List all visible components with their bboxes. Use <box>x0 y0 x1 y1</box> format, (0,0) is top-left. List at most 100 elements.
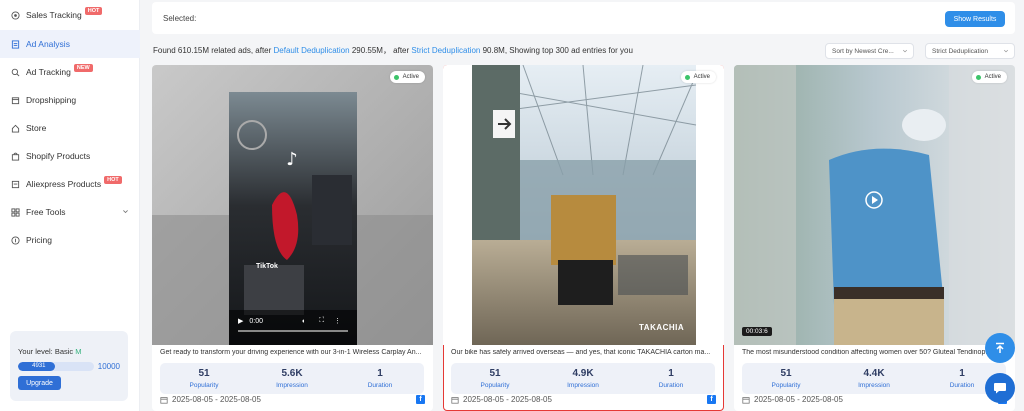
calendar-icon <box>451 396 459 404</box>
box-icon <box>11 96 20 105</box>
ad-card[interactable]: ♪ TikTok ▶ 0:00 ◖ ⛶ ⋮ Active Get ready t… <box>152 65 433 411</box>
ad-date-range: 2025-08-05 - 2025-08-05 <box>451 395 552 404</box>
ad-card[interactable]: 00:03:6 Active The most misunderstood co… <box>734 65 1015 411</box>
calendar-icon <box>160 396 168 404</box>
sidebar-item-ad-analysis[interactable]: Ad Analysis <box>0 30 140 58</box>
summary-text: Found 610.15M related ads, after <box>153 46 272 55</box>
strict-dedup-link[interactable]: Strict Deduplication <box>411 46 480 55</box>
stat-duration: 1 Duration <box>658 368 684 389</box>
ad-video-thumbnail <box>734 65 1015 345</box>
ad-media[interactable]: TAKACHIA <box>443 65 724 345</box>
ad-image <box>443 65 724 345</box>
dedup-select[interactable]: Strict Deduplication <box>925 43 1015 59</box>
sidebar-item-label: Aliexpress Products <box>26 179 102 189</box>
chevron-down-icon <box>902 49 908 53</box>
ad-stats: 51 Popularity 5.6K Impression 1 Duration <box>160 363 424 394</box>
selected-bar: Selected: Show Results <box>152 2 1015 34</box>
facebook-icon[interactable]: f <box>707 395 716 404</box>
cart-icon <box>11 180 20 189</box>
dedup-select-value: Strict Deduplication <box>932 47 988 55</box>
sidebar-item-shopify-products[interactable]: Shopify Products <box>0 142 140 170</box>
active-dot <box>684 74 690 80</box>
status-badge: Active <box>680 71 716 83</box>
active-dot <box>393 74 399 80</box>
stat-duration: 1 Duration <box>367 368 393 389</box>
active-dot <box>975 74 981 80</box>
sidebar-item-label: Ad Tracking <box>26 67 71 77</box>
video-controls[interactable]: ▶ 0:00 ◖ ⛶ ⋮ <box>238 317 341 325</box>
ad-description: The most misunderstood condition affecti… <box>742 349 992 356</box>
sort-select[interactable]: Sort by Newest Cre... <box>825 43 914 59</box>
grid-icon <box>11 207 20 217</box>
sort-select-value: Sort by Newest Cre... <box>832 47 894 55</box>
ad-media[interactable]: ♪ TikTok ▶ 0:00 ◖ ⛶ ⋮ <box>152 65 433 345</box>
results-summary: Found 610.15M related ads, after Default… <box>153 45 633 56</box>
sidebar-item-ad-tracking[interactable]: Ad Tracking NEW <box>0 58 140 86</box>
video-length: 00:03:6 <box>742 327 772 336</box>
facebook-icon[interactable]: f <box>416 395 425 404</box>
stat-impression: 4.4K Impression <box>858 368 890 389</box>
fullscreen-icon[interactable]: ⛶ <box>319 317 324 325</box>
play-icon[interactable]: ▶ <box>238 317 243 325</box>
summary-text: 90.8M, Showing top 300 ad entries for yo… <box>482 46 633 55</box>
ad-description: Our bike has safely arrived overseas — a… <box>451 349 711 356</box>
chat-icon <box>994 383 1006 394</box>
bag-icon <box>11 152 20 161</box>
coin-icon <box>11 235 20 245</box>
show-results-button[interactable]: Show Results <box>945 11 1005 27</box>
ad-date-range: 2025-08-05 - 2025-08-05 <box>742 395 843 404</box>
chevron-down-icon <box>1003 49 1009 53</box>
sidebar-item-label: Shopify Products <box>26 151 91 161</box>
sidebar-item-store[interactable]: Store <box>0 114 140 142</box>
chevron-down-icon <box>123 210 128 214</box>
ad-stats: 51 Popularity 4.4K Impression 1 Duration <box>742 363 1006 394</box>
sidebar-item-label: Free Tools <box>26 207 66 217</box>
level-progress-bar: 4931 <box>18 362 94 371</box>
upgrade-button[interactable]: Upgrade <box>18 376 61 390</box>
sidebar-item-pricing[interactable]: Pricing <box>0 226 140 254</box>
video-time: 0:00 <box>249 317 264 325</box>
ad-date-range: 2025-08-05 - 2025-08-05 <box>160 395 261 404</box>
sidebar-item-sales-tracking[interactable]: Sales Tracking HOT <box>0 1 140 29</box>
video-progress-bar[interactable] <box>238 330 348 332</box>
level-label: Your level: Basic M <box>18 347 82 356</box>
stat-popularity: 51 Popularity <box>189 368 219 389</box>
ad-card[interactable]: TAKACHIA Active Our bike has safely arri… <box>443 65 724 411</box>
brand-watermark: TAKACHIA <box>639 323 685 332</box>
level-max: 10000 <box>97 362 120 371</box>
sidebar-item-label: Store <box>26 123 47 133</box>
tiktok-watermark: TikTok <box>256 263 278 270</box>
arrow-up-icon <box>996 342 1004 353</box>
ad-video-thumbnail: ♪ <box>152 65 433 345</box>
more-icon[interactable]: ⋮ <box>334 317 341 325</box>
stat-impression: 5.6K Impression <box>276 368 308 389</box>
sidebar-item-label: Pricing <box>26 235 52 245</box>
status-badge: Active <box>389 71 425 83</box>
sidebar-item-free-tools[interactable]: Free Tools <box>0 198 140 226</box>
home-icon <box>11 124 20 133</box>
default-dedup-link[interactable]: Default Deduplication <box>274 46 350 55</box>
summary-text: 290.55M， after <box>351 46 410 55</box>
volume-icon[interactable]: ◖ <box>301 318 305 325</box>
sidebar-item-label: Sales Tracking <box>26 10 82 20</box>
sidebar-item-label: Dropshipping <box>26 95 77 105</box>
level-current: 4931 <box>32 363 46 369</box>
scroll-to-top-button[interactable] <box>985 333 1015 363</box>
stat-popularity: 51 Popularity <box>480 368 510 389</box>
stat-popularity: 51 Popularity <box>771 368 801 389</box>
stat-impression: 4.9K Impression <box>567 368 599 389</box>
calendar-icon <box>742 396 750 404</box>
sidebar-item-label: Ad Analysis <box>26 39 70 49</box>
tiktok-logo-icon: ♪ <box>286 149 298 170</box>
ad-media[interactable]: 00:03:6 <box>734 65 1015 345</box>
selected-label: Selected: <box>163 14 197 23</box>
sidebar-item-dropshipping[interactable]: Dropshipping <box>0 86 140 114</box>
sidebar-item-aliexpress-products[interactable]: Aliexpress Products HOT <box>0 170 140 198</box>
new-tag: NEW <box>73 64 93 72</box>
sidebar: Sales Tracking HOT Ad Analysis Ad Tracki… <box>0 0 140 411</box>
document-icon <box>11 39 20 49</box>
chat-button[interactable] <box>985 373 1015 403</box>
status-badge: Active <box>971 71 1007 83</box>
hot-tag: HOT <box>104 176 122 184</box>
hot-tag: HOT <box>84 7 103 15</box>
